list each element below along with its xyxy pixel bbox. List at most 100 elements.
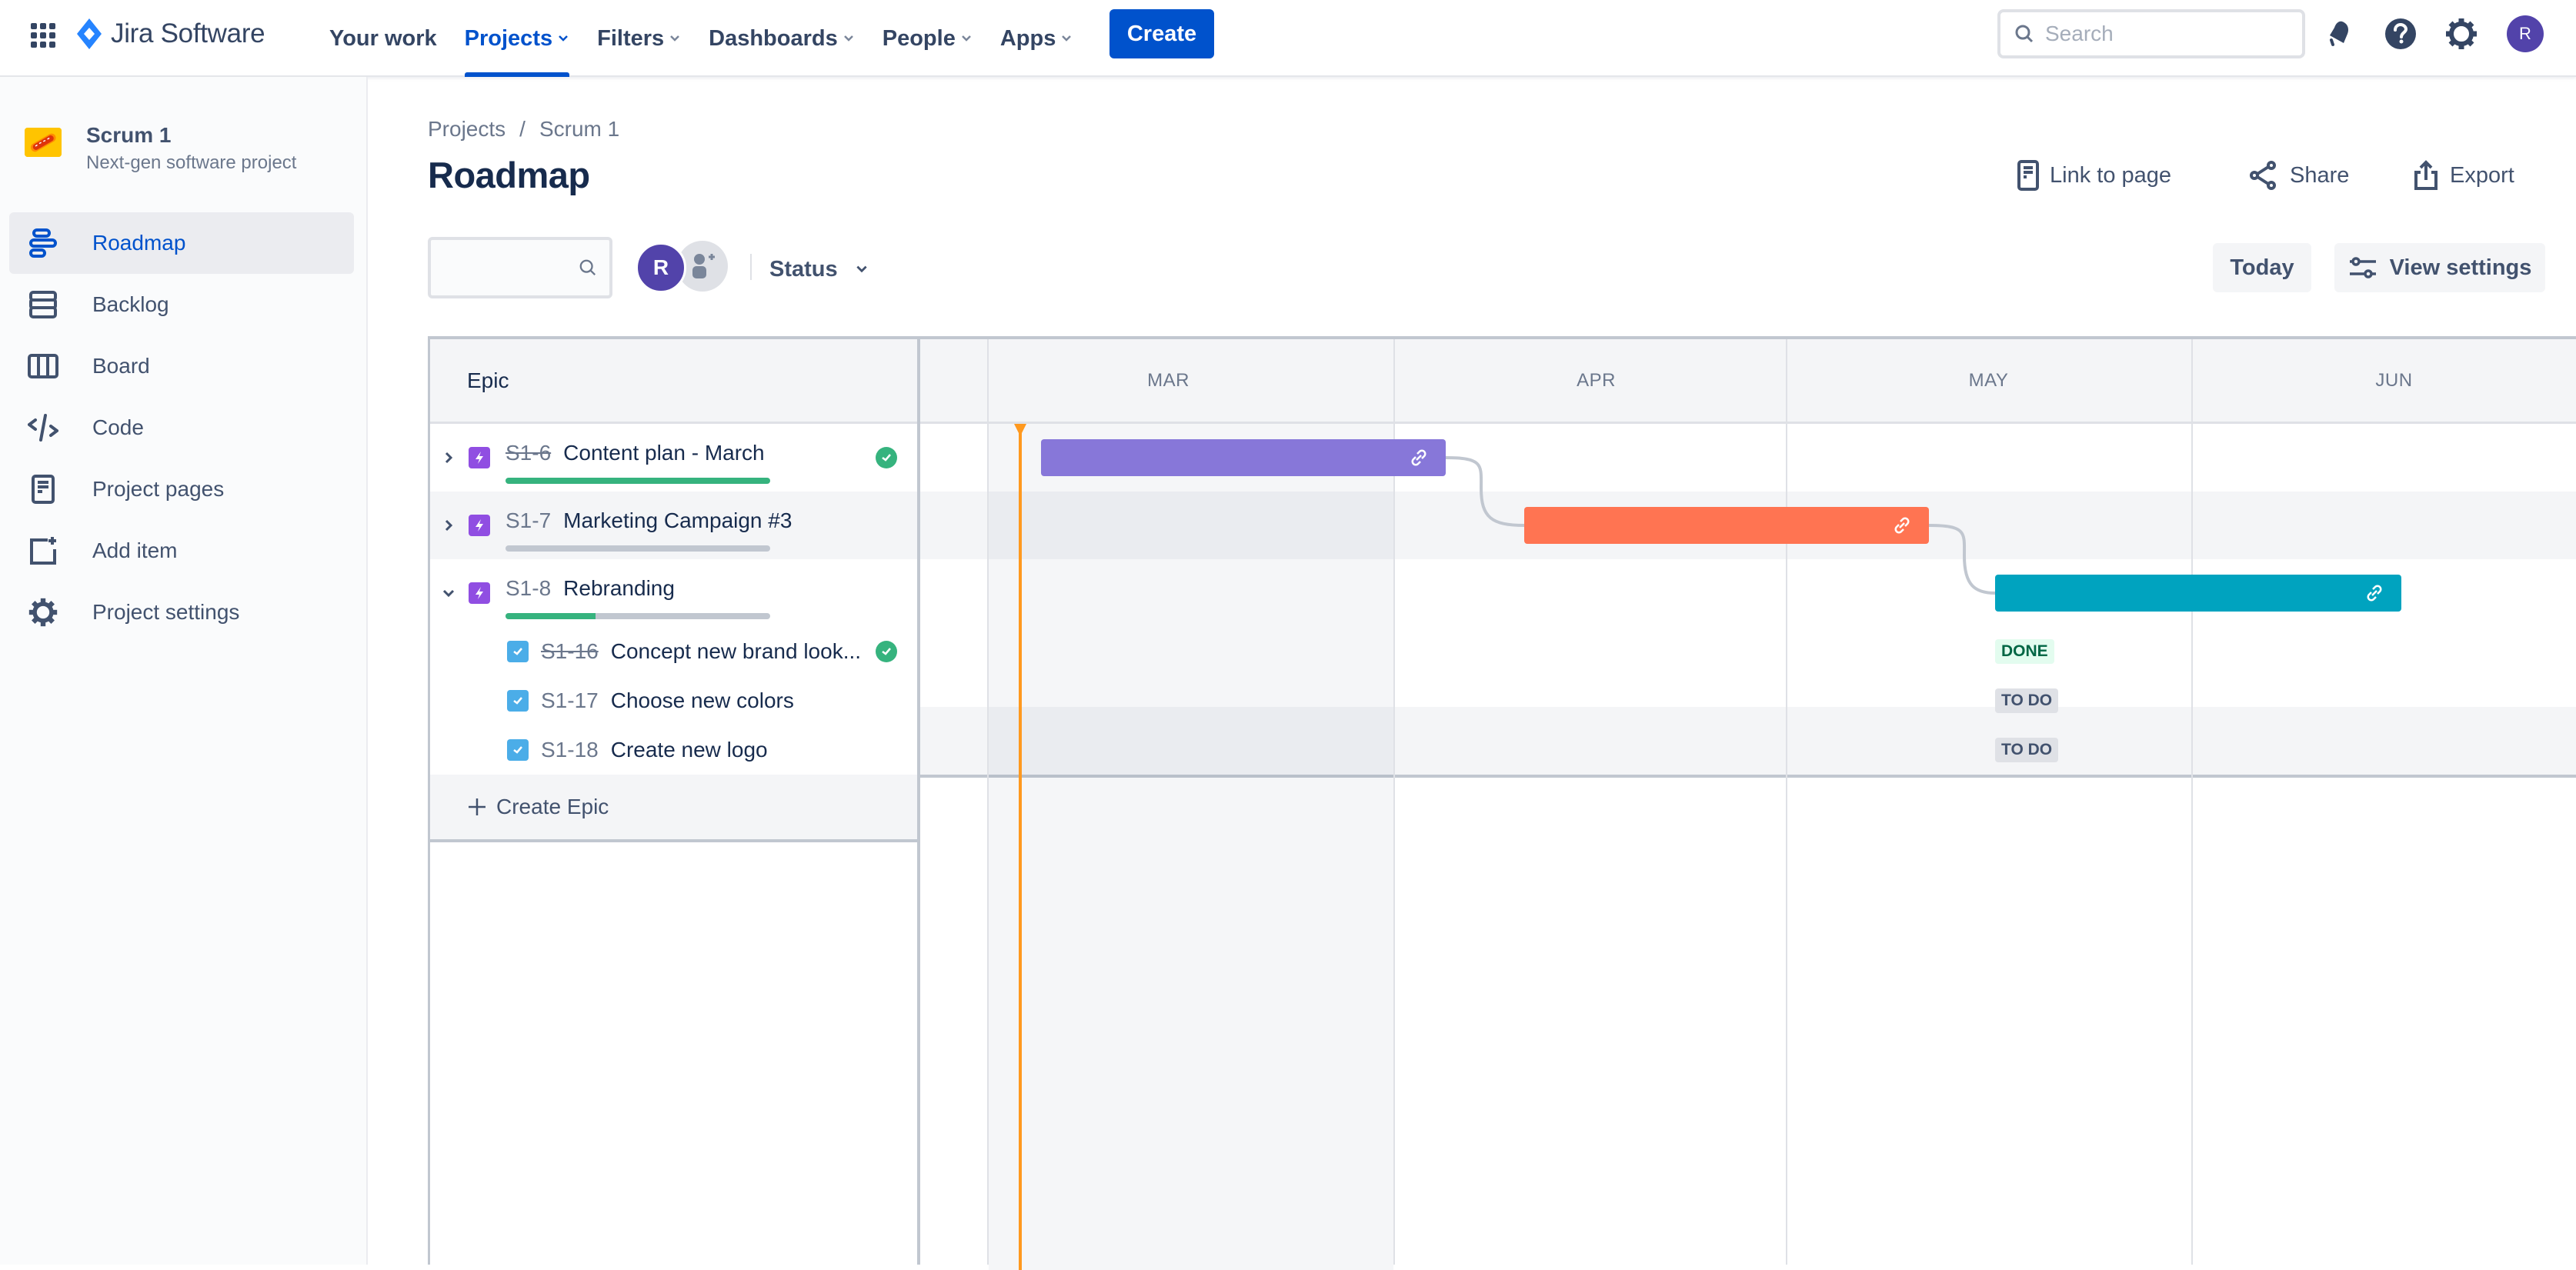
progress-fill [506,613,596,619]
nav-label: Dashboards [709,25,838,51]
roadmap-search-input[interactable] [440,254,571,278]
epic-column-header: Epic [430,339,917,424]
link-to-page-button[interactable]: Link to page [2017,156,2171,195]
sidebar-item-label: Roadmap [92,231,186,255]
sidebar-item-add-item[interactable]: Add item [9,520,354,582]
settings-icon[interactable] [2444,17,2478,51]
epic-row[interactable]: S1-6 Content plan - March [430,424,917,492]
epic-list: Epic S1-6 Content plan - March S1-7 Market… [430,339,920,1265]
issue-key[interactable]: S1-16 [541,639,599,664]
issue-key[interactable]: S1-7 [506,508,551,533]
sidebar-item-backlog[interactable]: Backlog [9,274,354,335]
board-icon [28,351,58,382]
nav-your-work[interactable]: Your work [315,0,451,77]
breadcrumb-project[interactable]: Scrum 1 [539,117,619,142]
page-title: Roadmap [428,155,590,195]
sidebar-item-label: Add item [92,538,178,562]
export-label: Export [2450,162,2514,188]
status-filter-dropdown[interactable]: Status [769,246,869,292]
task-icon [507,641,529,662]
child-issue-row[interactable]: S1-18 Create new logo [430,725,917,775]
global-search-input[interactable] [2045,22,2291,46]
sidebar-item-label: Project pages [92,477,225,501]
view-settings-label: View settings [2389,255,2532,280]
search-icon [2015,25,2034,43]
create-epic-button[interactable]: Create Epic [430,775,917,842]
dependency-link-icon[interactable] [1409,448,1429,468]
sidebar-item-project-pages[interactable]: Project pages [9,458,354,520]
sidebar-item-label: Code [92,415,144,439]
sidebar-item-code[interactable]: Code [9,397,354,458]
nav-projects[interactable]: Projects [451,0,583,77]
help-icon[interactable] [2384,17,2418,51]
dependency-link-icon[interactable] [2364,583,2384,603]
epic-timeline-bar[interactable] [1995,575,2401,612]
today-marker [1014,424,1026,436]
project-sidebar: Scrum 1 Next-gen software project Roadma… [0,77,368,1265]
epic-row[interactable]: S1-8 Rebranding [430,559,917,627]
epic-row[interactable]: S1-7 Marketing Campaign #3 [430,492,917,559]
nav-label: Projects [464,25,553,51]
sidebar-item-project-settings[interactable]: Project settings [9,582,354,643]
chevron-down-icon [670,35,680,42]
sidebar-item-roadmap[interactable]: Roadmap [9,212,354,274]
issue-key[interactable]: S1-17 [541,688,599,713]
primary-nav: Your work Projects Filters Dashboards Pe… [315,0,1086,77]
share-icon [2250,161,2276,190]
share-label: Share [2290,162,2350,188]
nav-dashboards[interactable]: Dashboards [695,0,869,77]
child-issue-row[interactable]: S1-16 Concept new brand look... [430,627,917,676]
chevron-right-icon[interactable] [441,518,456,533]
breadcrumb-projects[interactable]: Projects [428,117,506,142]
month-divider [1393,339,1395,1265]
nav-label: People [882,25,956,51]
global-search[interactable] [1997,9,2305,58]
user-avatar[interactable]: R [2507,15,2544,52]
issue-title: Concept new brand look... [610,639,862,663]
issue-key[interactable]: S1-6 [506,441,551,465]
done-check-icon [876,641,897,662]
project-header[interactable]: Scrum 1 Next-gen software project [25,123,296,174]
notifications-icon[interactable] [2322,17,2356,51]
epic-timeline-bar[interactable] [1041,439,1446,476]
sidebar-nav: Roadmap Backlog Board Code Project pages… [9,212,354,643]
jira-logo[interactable]: Jira Software [75,17,265,51]
nav-people[interactable]: People [869,0,986,77]
chevron-down-icon[interactable] [441,585,456,601]
month-label: MAY [1968,370,2009,391]
today-button[interactable]: Today [2213,243,2311,292]
roadmap-search[interactable] [428,237,612,298]
create-button[interactable]: Create [1109,9,1214,58]
nav-apps[interactable]: Apps [986,0,1087,77]
timeline: MAR APR MAY JUN DONE TO DO TO DO [920,339,2576,1270]
epic-timeline-bar[interactable] [1524,507,1929,544]
month-label: MAR [1147,370,1190,391]
epic-icon [469,582,490,604]
export-button[interactable]: Export [2413,156,2514,195]
nav-filters[interactable]: Filters [583,0,695,77]
app-switcher-icon[interactable] [29,22,57,49]
view-settings-button[interactable]: View settings [2334,243,2545,292]
child-issue-row[interactable]: S1-17 Choose new colors [430,676,917,725]
dependency-link-icon[interactable] [1892,515,1912,535]
add-item-icon [28,535,58,566]
status-lozenge: TO DO [1995,688,2059,713]
search-icon [579,259,596,276]
nav-label: Filters [597,25,665,51]
issue-key[interactable]: S1-18 [541,738,599,762]
link-to-page-label: Link to page [2050,162,2172,188]
current-month-highlight [989,424,1393,1270]
issue-key[interactable]: S1-8 [506,576,551,601]
sidebar-item-label: Project settings [92,600,240,624]
epic-progress-bar [506,613,770,619]
chevron-right-icon[interactable] [441,450,456,465]
toolbar-divider [750,254,752,280]
assignee-filter-avatar[interactable]: R [636,242,686,293]
sidebar-item-board[interactable]: Board [9,335,354,397]
month-label: JUN [2375,370,2413,391]
sliders-icon [2349,257,2376,278]
share-button[interactable]: Share [2248,156,2349,195]
product-name: Jira Software [111,18,265,48]
roadmap-grid: Epic S1-6 Content plan - March S1-7 Market… [428,336,2576,1270]
project-type: Next-gen software project [86,152,297,173]
